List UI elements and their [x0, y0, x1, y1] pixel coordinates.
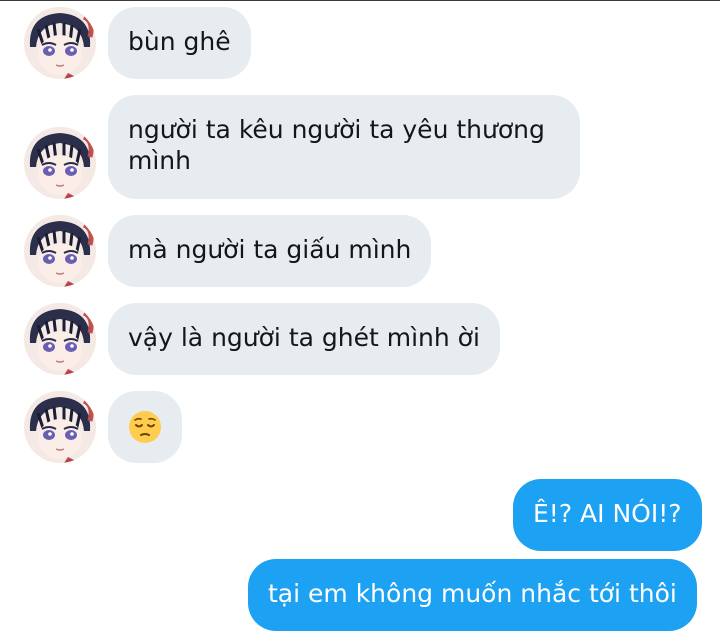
message-text: vậy là người ta ghét mình ời	[128, 323, 480, 352]
outgoing-message[interactable]: tại em không muốn nhắc tới thôi	[248, 559, 697, 631]
message-text-line2: mình	[128, 146, 191, 175]
message-text: mà người ta giấu mình	[128, 235, 412, 264]
chat-thread: bùn ghê người ta kêu người ta yêu thương…	[0, 0, 720, 632]
avatar[interactable]	[24, 215, 96, 287]
message-text: Ê!? AI NÓI!?	[533, 499, 682, 528]
avatar[interactable]	[24, 127, 96, 199]
avatar[interactable]	[24, 391, 96, 463]
pensive-face-icon	[129, 411, 161, 443]
incoming-message[interactable]: người ta kêu người ta yêu thương mình	[108, 95, 580, 199]
outgoing-message[interactable]: Ê!? AI NÓI!?	[513, 479, 702, 551]
incoming-message[interactable]: vậy là người ta ghét mình ời	[108, 303, 500, 375]
incoming-message[interactable]: mà người ta giấu mình	[108, 215, 432, 287]
incoming-message[interactable]: bùn ghê	[108, 7, 251, 79]
message-text: tại em không muốn nhắc tới thôi	[268, 579, 677, 608]
incoming-message[interactable]	[108, 391, 182, 463]
avatar[interactable]	[24, 303, 96, 375]
message-text: người ta kêu người ta yêu thương	[128, 115, 545, 144]
message-text: bùn ghê	[128, 27, 231, 56]
avatar[interactable]	[24, 7, 96, 79]
